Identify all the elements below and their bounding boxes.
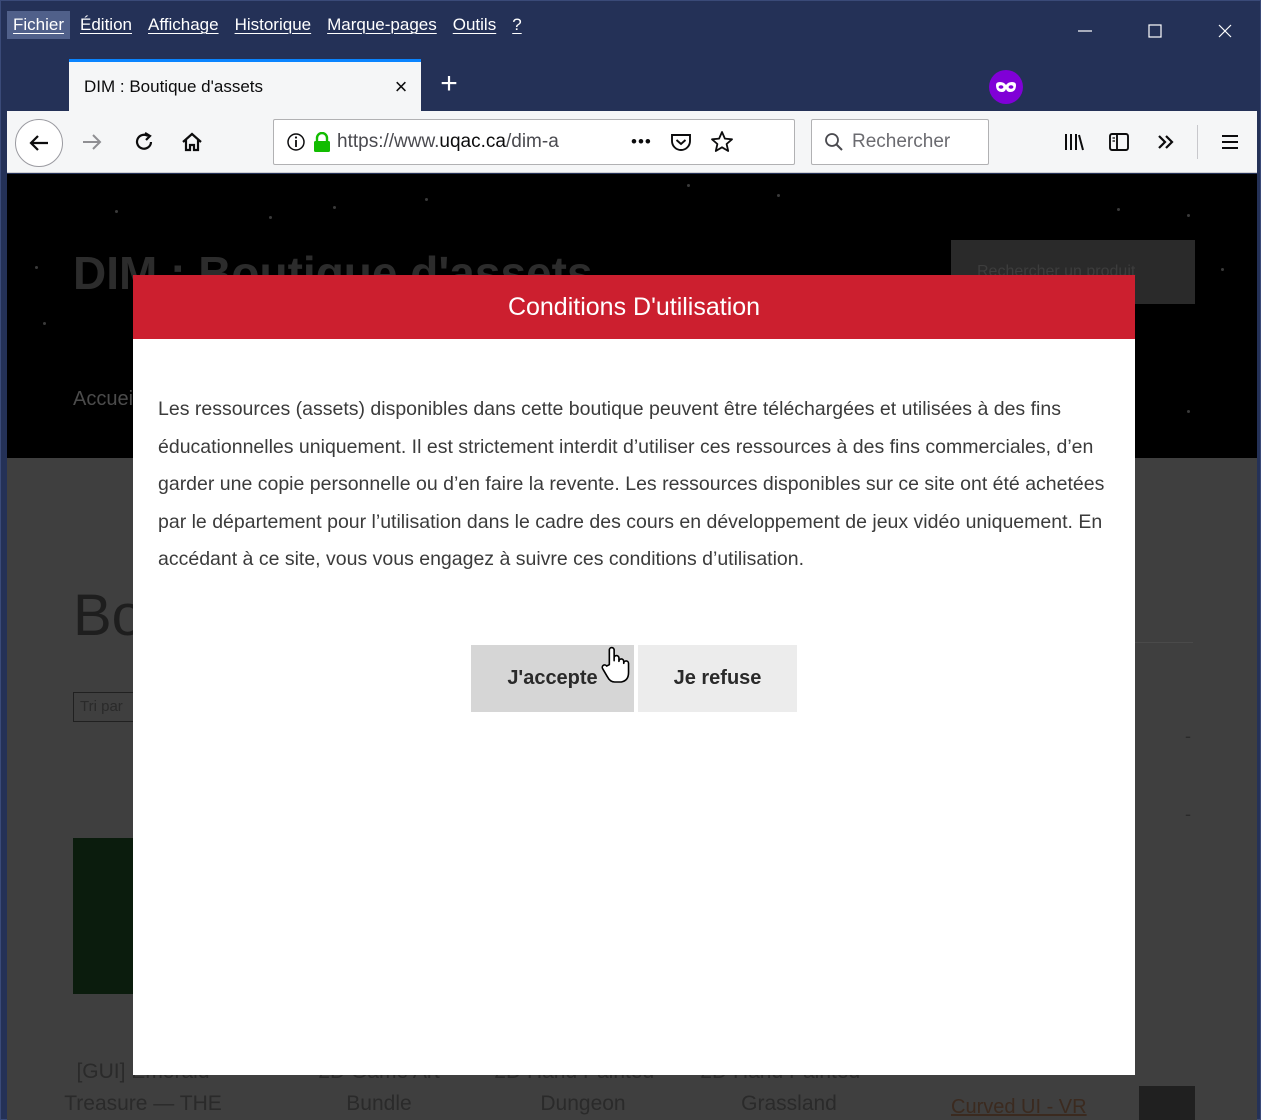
home-icon <box>182 132 202 152</box>
library-button[interactable] <box>1055 123 1093 161</box>
search-input[interactable]: Rechercher <box>852 131 950 153</box>
back-button[interactable] <box>15 119 63 167</box>
terms-modal: Conditions D'utilisation Les ressources … <box>133 275 1135 1075</box>
tab-close-button[interactable]: × <box>381 74 421 100</box>
menu-fichier[interactable]: Fichier <box>7 11 71 39</box>
reload-button[interactable] <box>125 123 163 161</box>
reload-icon <box>135 132 153 150</box>
product-thumbnail[interactable] <box>73 838 137 994</box>
chevron-double-right-icon <box>1158 135 1174 149</box>
url-bar[interactable]: https://www.uqac.ca/dim-a ••• <box>273 119 795 165</box>
close-icon <box>1218 24 1232 38</box>
menu-edition[interactable]: Édition <box>74 11 138 39</box>
forward-arrow-icon <box>83 134 102 150</box>
hand-pointer-cursor-icon <box>601 646 630 683</box>
toolbar-separator <box>1197 125 1198 159</box>
sidebar-icon <box>1109 133 1129 151</box>
minimize-button[interactable] <box>1050 1 1120 61</box>
search-bar[interactable]: Rechercher <box>811 119 989 165</box>
url-text[interactable]: https://www.uqac.ca/dim-a <box>337 131 599 153</box>
tab-active[interactable]: DIM : Boutique d'assets × <box>69 59 421 111</box>
sidebar-dash: - <box>1185 804 1191 824</box>
modal-body-text: Les ressources (assets) disponibles dans… <box>158 398 1105 571</box>
overflow-button[interactable] <box>1147 123 1185 161</box>
browser-window: Fichier Édition Affichage Historique Mar… <box>0 0 1261 1120</box>
back-arrow-icon <box>29 135 48 151</box>
nav-home-link[interactable]: Accueil <box>73 388 137 411</box>
maximize-button[interactable] <box>1120 1 1190 61</box>
window-controls <box>1050 1 1260 61</box>
page-actions-menu-icon[interactable]: ••• <box>631 132 652 152</box>
new-tab-button[interactable]: + <box>431 67 467 103</box>
close-window-button[interactable] <box>1190 1 1260 61</box>
menu-marque-pages[interactable]: Marque-pages <box>321 11 443 39</box>
menu-aide[interactable]: ? <box>506 11 527 39</box>
menu-affichage[interactable]: Affichage <box>142 11 225 39</box>
minimize-icon <box>1078 30 1092 32</box>
sidebar-button[interactable] <box>1100 123 1138 161</box>
library-icon <box>1065 134 1084 151</box>
refuse-button[interactable]: Je refuse <box>638 645 797 712</box>
pocket-icon[interactable] <box>670 132 692 152</box>
navigation-toolbar: https://www.uqac.ca/dim-a ••• Rechercher <box>7 111 1257 173</box>
sidebar-dash: - <box>1185 726 1191 746</box>
app-menu-button[interactable] <box>1211 123 1249 161</box>
info-icon[interactable] <box>286 132 306 152</box>
hamburger-menu-icon <box>1222 135 1238 149</box>
sort-select[interactable]: Tri par <box>73 692 135 722</box>
secure-lock-icon[interactable] <box>313 132 331 152</box>
maximize-icon <box>1148 24 1162 38</box>
menu-outils[interactable]: Outils <box>447 11 502 39</box>
product-link-curved-ui[interactable]: Curved UI - VR <box>951 1096 1087 1119</box>
home-button[interactable] <box>173 123 211 161</box>
private-browsing-icon <box>989 70 1023 104</box>
forward-button[interactable] <box>73 123 111 161</box>
menu-bar: Fichier Édition Affichage Historique Mar… <box>7 7 532 43</box>
bookmark-star-icon[interactable] <box>710 130 734 154</box>
modal-title: Conditions D'utilisation <box>133 275 1135 339</box>
tab-title: DIM : Boutique d'assets <box>84 76 263 96</box>
menu-historique[interactable]: Historique <box>229 11 318 39</box>
modal-actions: J'accepte Je refuse <box>471 645 797 712</box>
search-icon <box>825 133 843 151</box>
product-mini-thumbnail[interactable] <box>1139 1086 1195 1120</box>
